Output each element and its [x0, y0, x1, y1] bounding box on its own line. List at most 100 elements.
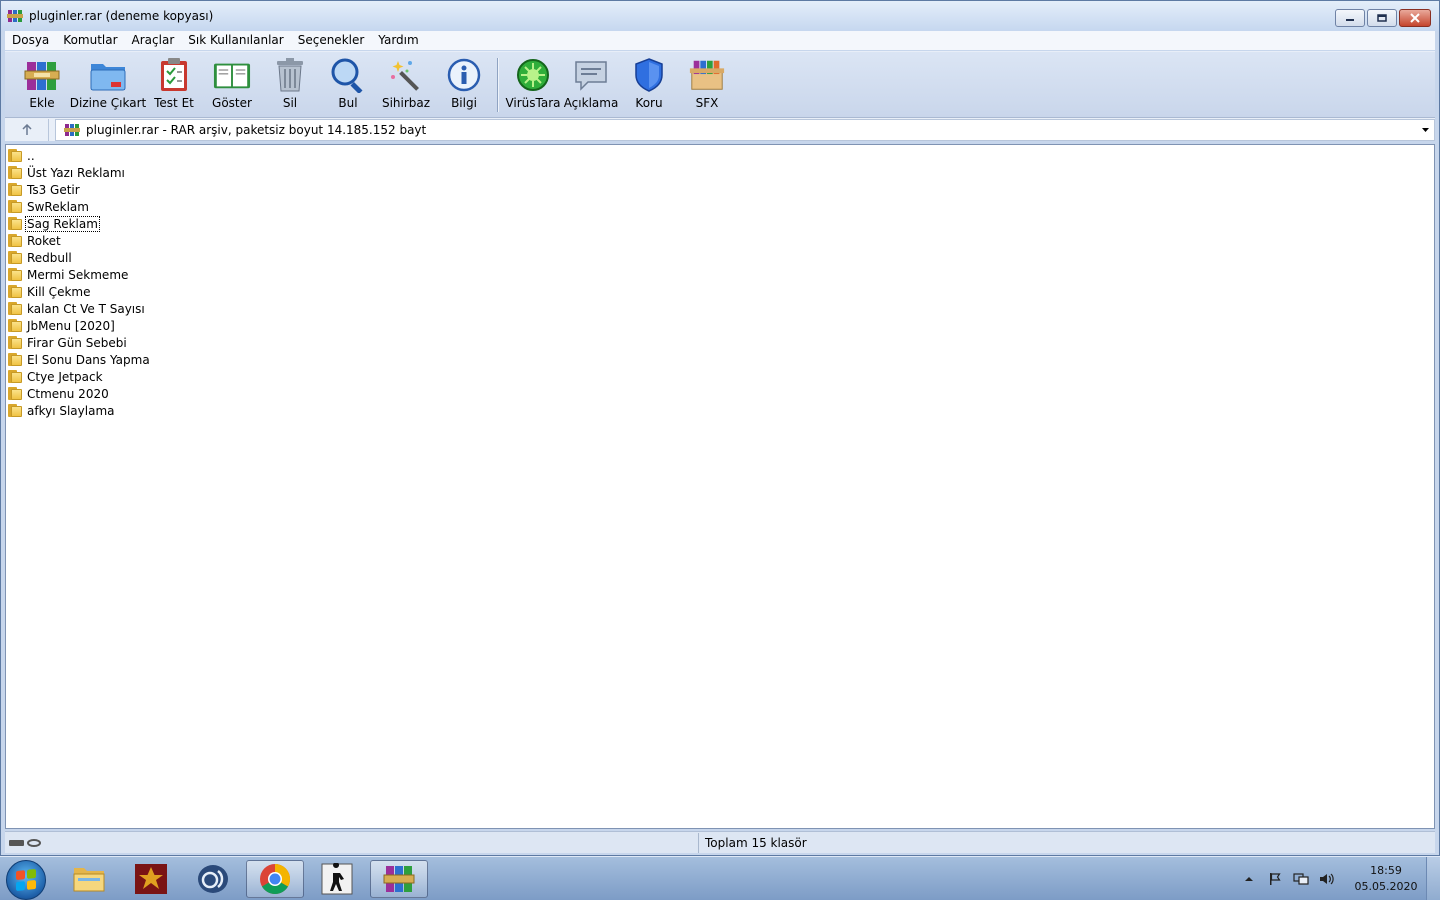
file-name: Firar Gün Sebebi — [27, 335, 127, 350]
test-label: Test Et — [154, 96, 194, 110]
file-row[interactable]: Redbull — [6, 249, 1434, 266]
find-button[interactable]: Bul — [319, 52, 377, 110]
show-hidden-icons-button[interactable] — [1241, 871, 1257, 887]
maximize-button[interactable] — [1367, 9, 1397, 27]
file-row[interactable]: JbMenu [2020] — [6, 317, 1434, 334]
drive-icon[interactable] — [9, 839, 24, 846]
taskbar-game-app[interactable] — [122, 860, 180, 898]
info-button[interactable]: Bilgi — [435, 52, 493, 110]
file-name: SwReklam — [27, 199, 89, 214]
file-name: .. — [27, 148, 35, 163]
close-icon — [1410, 13, 1420, 23]
start-button[interactable] — [6, 860, 46, 900]
file-row[interactable]: Sag Reklam — [6, 215, 1434, 232]
folder-icon — [8, 149, 22, 162]
counter-strike-icon — [321, 863, 353, 895]
file-row[interactable]: El Sonu Dans Yapma — [6, 351, 1434, 368]
wizard-button[interactable]: Sihirbaz — [377, 52, 435, 110]
add-label: Ekle — [29, 96, 55, 110]
file-row[interactable]: Ctye Jetpack — [6, 368, 1434, 385]
action-center-icon[interactable] — [1267, 871, 1283, 887]
clock-time: 18:59 — [1370, 864, 1402, 877]
file-row[interactable]: Firar Gün Sebebi — [6, 334, 1434, 351]
winrar-window: pluginler.rar (deneme kopyası) Dosya Kom… — [0, 0, 1440, 856]
address-dropdown[interactable]: pluginler.rar - RAR arşiv, paketsiz boyu… — [55, 118, 1435, 141]
comment-button[interactable]: Açıklama — [562, 52, 620, 110]
folder-icon — [8, 387, 22, 400]
folder-icon — [8, 336, 22, 349]
extract-folder-icon — [90, 64, 126, 91]
menu-sik-kullanilanlar[interactable]: Sık Kullanılanlar — [181, 31, 290, 50]
file-row[interactable]: Üst Yazı Reklamı — [6, 164, 1434, 181]
restore-icon — [1377, 14, 1387, 22]
file-row[interactable]: .. — [6, 147, 1434, 164]
info-label: Bilgi — [451, 96, 477, 110]
taskbar-counter-strike[interactable] — [308, 860, 366, 898]
file-row[interactable]: afkyı Slaylama — [6, 402, 1434, 419]
winrar-app-icon — [7, 10, 23, 22]
file-name: Sag Reklam — [25, 215, 100, 232]
title-bar[interactable]: pluginler.rar (deneme kopyası) — [1, 1, 1439, 31]
search-icon — [331, 58, 363, 93]
menu-yardim[interactable]: Yardım — [371, 31, 425, 50]
file-row[interactable]: Ts3 Getir — [6, 181, 1434, 198]
explorer-folder-icon — [73, 868, 105, 892]
taskbar-chrome[interactable] — [246, 860, 304, 898]
up-folder-button[interactable] — [5, 118, 49, 141]
arrow-up-icon — [21, 123, 32, 135]
extract-button[interactable]: Dizine Çıkart — [70, 52, 146, 110]
magic-wand-icon — [391, 61, 419, 91]
close-button[interactable] — [1399, 9, 1431, 27]
add-button[interactable]: Ekle — [13, 52, 71, 110]
status-left-pane — [5, 832, 699, 853]
menu-dosya[interactable]: Dosya — [5, 31, 56, 50]
view-button[interactable]: Göster — [203, 52, 261, 110]
file-row[interactable]: Ctmenu 2020 — [6, 385, 1434, 402]
file-name: El Sonu Dans Yapma — [27, 352, 150, 367]
folder-icon — [8, 404, 22, 417]
wizard-label: Sihirbaz — [381, 96, 431, 110]
taskbar-explorer[interactable] — [60, 860, 118, 898]
clock[interactable]: 18:59 05.05.2020 — [1350, 863, 1422, 895]
menu-komutlar[interactable]: Komutlar — [56, 31, 124, 50]
folder-icon — [8, 200, 22, 213]
view-book-icon — [213, 63, 251, 89]
comment-bubble-icon — [575, 61, 607, 91]
protect-button[interactable]: Koru — [620, 52, 678, 110]
file-name: Mermi Sekmeme — [27, 267, 129, 282]
key-icon[interactable] — [27, 838, 41, 847]
sfx-button[interactable]: SFX — [678, 52, 736, 110]
folder-icon — [8, 234, 22, 247]
toolbar: Ekle Dizine Çıkart Test Et Göster Sil Bu… — [5, 51, 1435, 117]
file-row[interactable]: Kill Çekme — [6, 283, 1434, 300]
file-row[interactable]: SwReklam — [6, 198, 1434, 215]
show-desktop-button[interactable] — [1426, 857, 1440, 900]
add-archive-icon — [24, 62, 60, 90]
file-row[interactable]: Mermi Sekmeme — [6, 266, 1434, 283]
file-row[interactable]: Roket — [6, 232, 1434, 249]
menu-bar: Dosya Komutlar Araçlar Sık Kullanılanlar… — [5, 31, 1435, 50]
minimize-button[interactable] — [1335, 9, 1365, 27]
taskbar-teamspeak[interactable] — [184, 860, 242, 898]
virus-scan-button[interactable]: VirüsTara — [504, 52, 562, 110]
folder-icon — [8, 302, 22, 315]
trash-icon — [277, 58, 303, 92]
sfx-box-icon — [689, 60, 725, 90]
network-icon[interactable] — [1293, 871, 1309, 887]
volume-icon[interactable] — [1319, 871, 1335, 887]
folder-icon — [8, 183, 22, 196]
status-bar: Toplam 15 klasör — [5, 831, 1435, 853]
test-button[interactable]: Test Et — [145, 52, 203, 110]
file-list[interactable]: .. Üst Yazı Reklamı Ts3 Getir SwReklam Sag R… — [5, 144, 1435, 829]
menu-secenekler[interactable]: Seçenekler — [291, 31, 372, 50]
system-tray: 18:59 05.05.2020 — [1236, 857, 1440, 900]
file-name: afkyı Slaylama — [27, 403, 115, 418]
address-text: pluginler.rar - RAR arşiv, paketsiz boyu… — [86, 122, 427, 137]
teamspeak-icon — [198, 865, 228, 893]
taskbar-winrar[interactable] — [370, 860, 428, 898]
menu-araclar[interactable]: Araçlar — [125, 31, 182, 50]
file-row[interactable]: kalan Ct Ve T Sayısı — [6, 300, 1434, 317]
delete-button[interactable]: Sil — [261, 52, 319, 110]
rar-archive-icon — [64, 123, 80, 136]
chrome-icon — [260, 864, 291, 895]
